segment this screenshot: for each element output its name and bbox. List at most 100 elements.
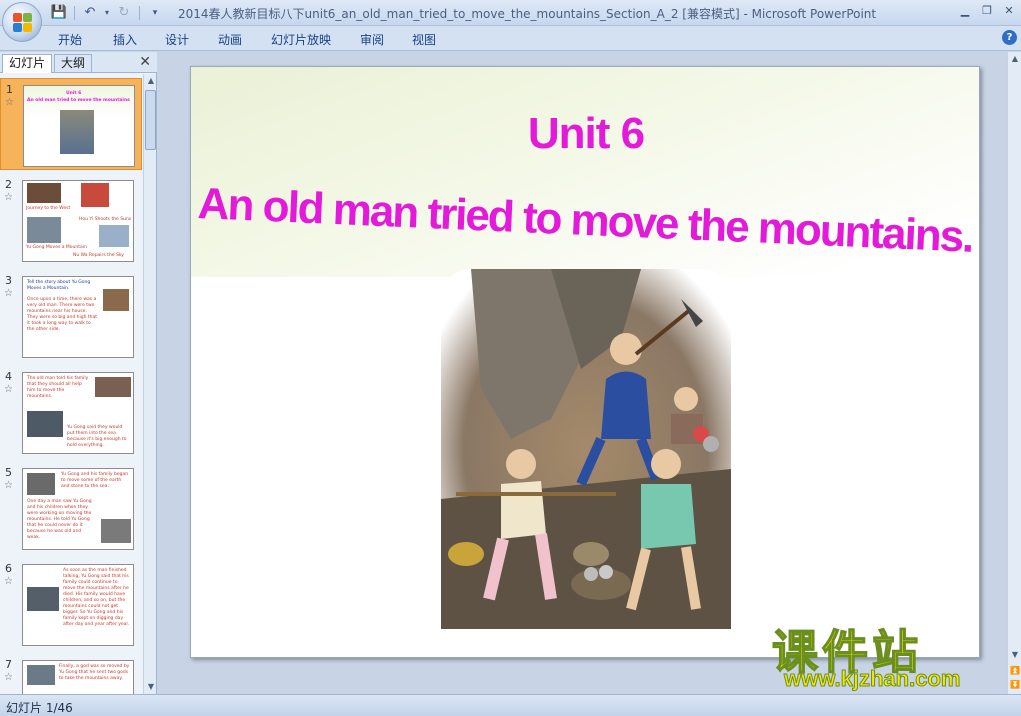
tab-slides[interactable]: 幻灯片 [2,54,53,73]
thumbnail-image [81,183,109,207]
maximize-icon[interactable]: ❐ [979,3,995,19]
thumbnail-image [27,473,55,495]
thumbnail-preview: As soon as the man finished talking, Yu … [22,564,134,646]
close-pane-icon[interactable]: ✕ [139,54,151,70]
thumbnail-text: As soon as the man finished talking, Yu … [63,568,130,627]
office-button[interactable] [2,2,42,42]
slide-editor: Unit 6 An old man tried to move the moun… [158,52,1021,694]
thumbnail-preview: Unit 6 An old man tried to move the moun… [23,85,135,167]
thumbnail-number: 4 [5,370,12,383]
watermark-url: www.kjzhan.com [783,666,961,692]
transition-icon: ☆ [4,384,13,395]
ribbon-tabs: 开始 插入 设计 动画 幻灯片放映 审阅 视图 ? [0,26,1021,51]
thumbnail-text: Tell the story about Yu Gong Moves a Mou… [27,280,91,291]
office-logo-icon [13,13,33,33]
thumbnail-text: Hou Yi Shoots the Suns [79,217,132,222]
scroll-up-icon[interactable]: ▲ [1009,52,1021,66]
tab-insert[interactable]: 插入 [113,31,137,48]
thumbnail-number: 5 [5,466,12,479]
slide-title[interactable]: Unit 6 [191,109,979,159]
thumbnail-preview: The old man told his family that they sh… [22,372,134,454]
slide-scrollbar[interactable]: ▲ ▼ ⏫ ⏬ [1007,52,1021,694]
minimize-icon[interactable]: ▁ [957,3,973,19]
close-icon[interactable]: ✕ [1001,3,1017,19]
thumbnail-image [27,665,55,685]
window-title: 2014春人教新目标八下unit6_an_old_man_tried_to_mo… [178,7,877,21]
thumbnail-number: 2 [5,178,12,191]
thumbnail-image [103,289,129,311]
thumbnail-image [27,587,59,611]
thumbnail-image [101,519,131,543]
tab-home[interactable]: 开始 [58,31,82,48]
transition-icon: ☆ [4,672,13,683]
thumbnail-text: Yu Gong and his family began to move som… [61,472,129,489]
thumbnail-text: Unit 6 [66,91,82,96]
quick-access-toolbar: 💾 ↶ ▾ ↻ ▾ [50,4,164,22]
thumbnail-slide-5[interactable]: 5 ☆ Yu Gong and his family began to move… [0,462,142,554]
thumbnail-slide-1[interactable]: 1 ☆ Unit 6 An old man tried to move the … [0,78,142,170]
thumbnail-image [99,225,129,247]
title-bar: 💾 ↶ ▾ ↻ ▾ 2014春人教新目标八下unit6_an_old_man_t… [0,0,1021,42]
thumbnail-number: 6 [5,562,12,575]
transition-icon: ☆ [5,97,14,108]
transition-icon: ☆ [4,192,13,203]
thumbnail-slide-6[interactable]: 6 ☆ As soon as the man finished talking,… [0,558,142,650]
thumbnail-text: Finally, a god was so moved by Yu Gong t… [59,664,130,681]
tab-outline[interactable]: 大纲 [54,54,93,73]
scroll-down-icon[interactable]: ▼ [145,680,157,694]
thumbnail-text: Yu Gong Moves a Mountain [26,245,87,250]
thumbnail-scrollbar[interactable]: ▲ ▼ [143,74,156,694]
thumbnail-text: The old man told his family that they sh… [27,376,89,399]
slides-pane: 幻灯片 大纲 ✕ 1 ☆ Unit 6 An old man tried to … [0,52,157,694]
status-bar: 幻灯片 1/46 [0,694,1021,716]
thumbnail-list: 1 ☆ Unit 6 An old man tried to move the … [0,74,142,694]
save-icon[interactable]: 💾 [50,4,68,22]
current-slide[interactable]: Unit 6 An old man tried to move the moun… [190,66,980,658]
thumbnail-slide-4[interactable]: 4 ☆ The old man told his family that the… [0,366,142,458]
customize-qat-icon[interactable]: ▾ [146,4,164,22]
thumbnail-image [27,217,61,243]
undo-icon[interactable]: ↶ [81,4,99,22]
thumbnail-text: One day a man saw Yu Gong and his childr… [27,499,92,540]
tab-view[interactable]: 视图 [412,31,436,48]
thumbnail-slide-3[interactable]: 3 ☆ Tell the story about Yu Gong Moves a… [0,270,142,362]
thumbnail-preview: Journey to the West Hou Yi Shoots the Su… [22,180,134,262]
redo-icon[interactable]: ↻ [115,4,133,22]
yugong-illustration[interactable] [441,269,731,629]
thumbnail-slide-7[interactable]: 7 ☆ Finally, a god was so moved by Yu Go… [0,654,142,694]
help-icon[interactable]: ? [1002,30,1017,45]
pane-tabs: 幻灯片 大纲 ✕ [0,52,157,73]
thumbnail-text: Journey to the West [26,206,71,211]
thumbnail-text: Once upon a time, there was a very old m… [27,297,98,332]
thumbnail-text: Yu Gong said they would put them into th… [67,425,127,448]
thumbnail-preview: Finally, a god was so moved by Yu Gong t… [22,660,134,694]
thumbnail-number: 7 [5,658,12,671]
thumbnail-preview: Tell the story about Yu Gong Moves a Mou… [22,276,134,358]
thumbnail-text: Nu Wa Repairs the Sky [73,253,124,258]
scroll-down-icon[interactable]: ▼ [1009,648,1021,662]
tab-review[interactable]: 审阅 [360,31,384,48]
thumbnail-slide-2[interactable]: 2 ☆ Journey to the West Hou Yi Shoots th… [0,174,142,266]
tab-slideshow[interactable]: 幻灯片放映 [271,31,331,48]
slide-counter: 幻灯片 1/46 [6,701,73,715]
thumbnail-number: 3 [5,274,12,287]
thumbnail-image [95,377,131,397]
tab-animations[interactable]: 动画 [218,31,242,48]
thumbnail-image [27,411,63,437]
tab-design[interactable]: 设计 [165,31,189,48]
transition-icon: ☆ [4,288,13,299]
thumbnail-image [60,110,94,154]
scroll-up-icon[interactable]: ▲ [145,74,157,88]
undo-dropdown-icon[interactable]: ▾ [103,4,111,22]
window-controls: ▁ ❐ ✕ [957,3,1017,19]
thumbnail-image [27,183,61,203]
next-slide-icon[interactable]: ⏬ [1009,678,1021,692]
thumbnail-preview: Yu Gong and his family began to move som… [22,468,134,550]
transition-icon: ☆ [4,480,13,491]
scrollbar-thumb[interactable] [145,90,156,150]
transition-icon: ☆ [4,576,13,587]
watermark-logo: 课件站 www.kjzhan.com [770,616,1010,696]
previous-slide-icon[interactable]: ⏫ [1009,664,1021,678]
thumbnail-text: An old man tried to move the mountains [27,98,130,103]
thumbnail-number: 1 [6,83,13,96]
